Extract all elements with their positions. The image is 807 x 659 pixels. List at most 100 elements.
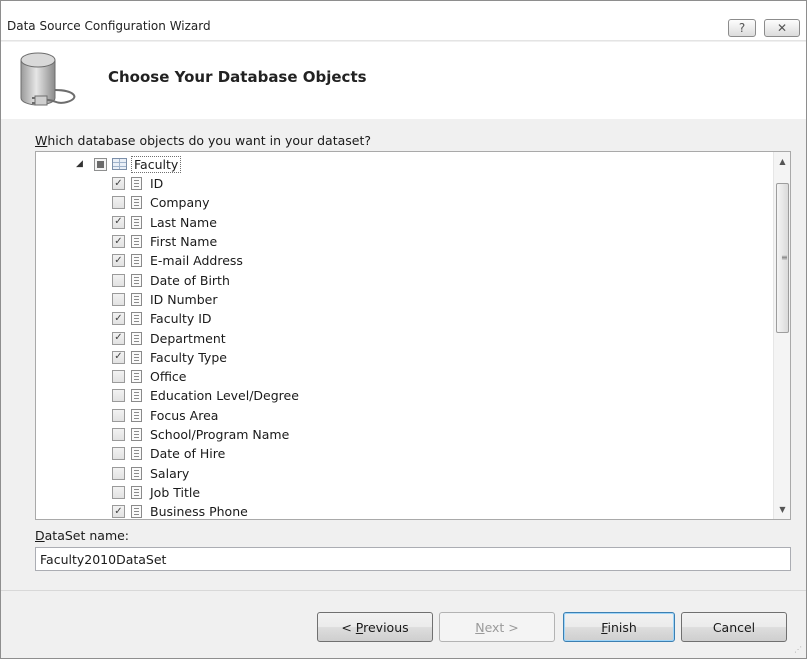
column-icon (131, 447, 142, 461)
unchecked-checkbox[interactable] (112, 428, 125, 441)
field-label: Last Name (150, 214, 217, 230)
tristate-checkbox[interactable] (94, 157, 107, 171)
field-row[interactable]: ✓ Department (112, 328, 299, 347)
column-icon (131, 196, 142, 210)
scroll-thumb[interactable]: ≡ (776, 183, 789, 333)
field-row[interactable]: Education Level/Degree (112, 386, 299, 405)
field-row[interactable]: Date of Hire (112, 444, 299, 463)
close-button[interactable]: ✕ (764, 19, 800, 37)
field-row[interactable]: ✓ Business Phone (112, 502, 299, 520)
field-label: Date of Hire (150, 446, 226, 462)
cancel-button[interactable]: Cancel (681, 612, 787, 642)
field-row[interactable]: ✓ First Name (112, 232, 299, 251)
field-label: Salary (150, 465, 190, 481)
column-icon (131, 428, 142, 441)
table-icon (112, 158, 127, 170)
unchecked-checkbox[interactable] (112, 466, 125, 480)
footer-divider (1, 590, 806, 591)
field-label: Education Level/Degree (150, 388, 299, 404)
previous-button[interactable]: < Previous (317, 612, 433, 642)
field-row[interactable]: ✓ E-mail Address (112, 251, 299, 270)
column-icon (131, 215, 142, 229)
window-title: Data Source Configuration Wizard (7, 19, 211, 33)
field-label: Department (150, 330, 226, 346)
finish-button[interactable]: Finish (563, 612, 675, 642)
field-row[interactable]: Office (112, 367, 299, 386)
field-label: School/Program Name (150, 427, 290, 442)
help-button[interactable]: ? (728, 19, 756, 37)
objects-prompt-label: Which database objects do you want in yo… (35, 133, 371, 148)
scroll-up-arrow-icon[interactable]: ▲ (774, 153, 790, 170)
wizard-header: Choose Your Database Objects (1, 42, 806, 119)
unchecked-checkbox[interactable] (112, 273, 125, 287)
checked-checkbox[interactable]: ✓ (112, 235, 125, 249)
field-label: Faculty Type (150, 349, 227, 365)
column-icon (131, 273, 142, 287)
field-label: First Name (150, 234, 218, 250)
dataset-name-input[interactable] (35, 547, 791, 571)
unchecked-checkbox[interactable] (112, 389, 125, 403)
unchecked-checkbox[interactable] (112, 292, 125, 306)
field-label: ID (150, 176, 164, 192)
column-icon (131, 292, 142, 306)
database-objects-tree[interactable]: ◢ Faculty ✓ ID Company ✓ Last Name ✓ First Nam… (35, 151, 791, 520)
field-label: ID Number (150, 291, 218, 307)
field-row[interactable]: Salary (112, 463, 299, 482)
checked-checkbox[interactable]: ✓ (112, 505, 125, 519)
unchecked-checkbox[interactable] (112, 196, 125, 210)
field-row[interactable]: Company (112, 193, 299, 212)
field-row[interactable]: School/Program Name (112, 425, 299, 444)
checked-checkbox[interactable]: ✓ (112, 350, 125, 364)
unchecked-checkbox[interactable] (112, 408, 125, 422)
checked-checkbox[interactable]: ✓ (112, 312, 125, 326)
checked-checkbox[interactable]: ✓ (112, 177, 125, 191)
tree-node-label[interactable]: Faculty (131, 155, 182, 173)
title-bar: Data Source Configuration Wizard ? ✕ (1, 1, 806, 41)
column-icon (131, 389, 142, 403)
page-title: Choose Your Database Objects (108, 68, 367, 86)
field-label: Job Title (150, 484, 201, 500)
unchecked-checkbox[interactable] (112, 485, 125, 499)
column-icon (131, 350, 142, 364)
field-list: ✓ ID Company ✓ Last Name ✓ First Name ✓ E-mail A… (112, 174, 299, 520)
field-row[interactable]: ✓ Last Name (112, 213, 299, 232)
next-button[interactable]: Next > (439, 612, 555, 642)
column-icon (131, 177, 142, 191)
checked-checkbox[interactable]: ✓ (112, 215, 125, 229)
field-label: Focus Area (150, 407, 219, 423)
field-row[interactable]: Job Title (112, 483, 299, 502)
column-icon (131, 331, 142, 345)
field-label: Company (150, 195, 210, 211)
scroll-down-arrow-icon[interactable]: ▼ (774, 501, 790, 518)
column-icon (131, 408, 142, 422)
column-icon (131, 370, 142, 384)
field-label: Date of Birth (150, 272, 230, 288)
unchecked-checkbox[interactable] (112, 370, 125, 384)
tree-node-faculty[interactable]: ◢ Faculty (76, 155, 182, 173)
column-icon (131, 312, 142, 326)
dataset-name-label: DataSet name: (35, 528, 130, 543)
vertical-scrollbar[interactable]: ▲ ≡ ▼ (773, 152, 790, 519)
column-icon (131, 466, 142, 480)
field-row[interactable]: ✓ ID (112, 174, 299, 193)
column-icon (131, 505, 142, 519)
field-row[interactable]: ✓ Faculty ID (112, 309, 299, 328)
field-row[interactable]: ✓ Faculty Type (112, 348, 299, 367)
unchecked-checkbox[interactable] (112, 447, 125, 461)
field-label: Business Phone (150, 504, 248, 520)
column-icon (131, 254, 142, 268)
resize-grip-icon[interactable]: ⋰ (794, 645, 802, 654)
field-label: Office (150, 369, 187, 385)
column-icon (131, 235, 142, 249)
checked-checkbox[interactable]: ✓ (112, 331, 125, 345)
column-icon (131, 485, 142, 499)
field-row[interactable]: Date of Birth (112, 270, 299, 289)
thumb-grip-icon: ≡ (781, 253, 788, 262)
field-row[interactable]: ID Number (112, 290, 299, 309)
field-row[interactable]: Focus Area (112, 406, 299, 425)
collapse-triangle-icon[interactable]: ◢ (76, 159, 88, 169)
database-icon (20, 52, 76, 106)
checked-checkbox[interactable]: ✓ (112, 254, 125, 268)
wizard-window: Data Source Configuration Wizard ? ✕ Cho… (0, 0, 807, 659)
field-label: Faculty ID (150, 311, 212, 327)
